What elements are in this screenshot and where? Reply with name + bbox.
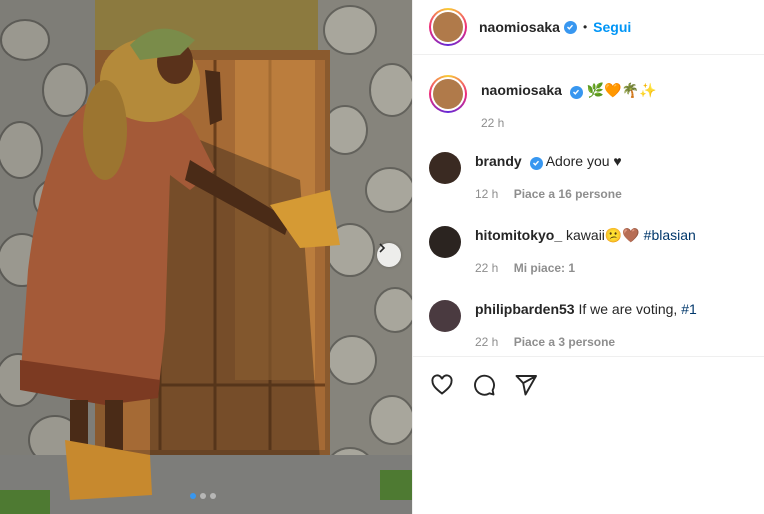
carousel-dot: [200, 493, 206, 499]
caption: naomiosaka 🌿🧡🌴✨ 22 h: [429, 75, 656, 132]
post-actions: [413, 356, 764, 412]
next-slide-button[interactable]: [377, 243, 401, 267]
comment-text: If we are voting,: [578, 301, 682, 317]
commenter-avatar[interactable]: [429, 300, 461, 332]
carousel-indicator: [190, 493, 216, 499]
carousel-dot: [210, 493, 216, 499]
post-sidebar: naomiosaka • Segui naomiosaka 🌿🧡🌴✨ 22 h …: [412, 0, 764, 514]
carousel-dot: [190, 493, 196, 499]
caption-username[interactable]: naomiosaka: [481, 82, 562, 98]
comments-list: naomiosaka 🌿🧡🌴✨ 22 h brandy Adore you ♥ …: [413, 56, 764, 356]
verified-icon: [569, 85, 583, 99]
photo-image: [0, 0, 412, 514]
comment-time[interactable]: 12 h: [475, 187, 498, 201]
comment-likes[interactable]: Piace a 3 persone: [514, 335, 615, 349]
comment-hashtag[interactable]: #blasian: [644, 227, 696, 243]
share-button[interactable]: [513, 372, 539, 398]
comment-likes[interactable]: Mi piace: 1: [514, 261, 575, 275]
share-icon: [515, 374, 537, 395]
caption-text: 🌿🧡🌴✨: [586, 82, 657, 98]
comment-icon: [474, 374, 495, 396]
comment-likes[interactable]: Piace a 16 persone: [514, 187, 622, 201]
comment-hashtag[interactable]: #1: [681, 301, 697, 317]
post-photo[interactable]: [0, 0, 412, 514]
comment-text: Adore you ♥: [545, 153, 622, 169]
post-header: naomiosaka • Segui: [413, 0, 764, 55]
comment-time[interactable]: 22 h: [475, 335, 498, 349]
follow-button[interactable]: Segui: [593, 19, 631, 35]
author-username[interactable]: naomiosaka: [479, 19, 560, 35]
comment-text: kawaii😕🤎: [566, 227, 644, 243]
heart-icon: [431, 373, 453, 395]
commenter-avatar[interactable]: [429, 226, 461, 258]
comment-button[interactable]: [471, 372, 497, 398]
comment-time[interactable]: 22 h: [475, 261, 498, 275]
comment-item: philipbarden53 If we are voting, #1 22 h…: [429, 300, 697, 351]
header-separator: •: [582, 20, 588, 34]
caption-avatar[interactable]: [429, 75, 467, 113]
commenter-avatar[interactable]: [429, 152, 461, 184]
chevron-right-icon: [379, 243, 386, 253]
caption-time[interactable]: 22 h: [481, 114, 656, 132]
verified-icon: [529, 156, 543, 170]
comment-item: hitomitokyo_ kawaii😕🤎 #blasian 22 h Mi p…: [429, 226, 696, 277]
author-avatar[interactable]: [429, 8, 467, 46]
comment-username[interactable]: philipbarden53: [475, 301, 575, 317]
verified-icon: [563, 20, 577, 34]
like-button[interactable]: [429, 372, 455, 398]
comment-username[interactable]: brandy: [475, 153, 522, 169]
comment-username[interactable]: hitomitokyo_: [475, 227, 562, 243]
comment-item: brandy Adore you ♥ 12 h Piace a 16 perso…: [429, 152, 622, 203]
